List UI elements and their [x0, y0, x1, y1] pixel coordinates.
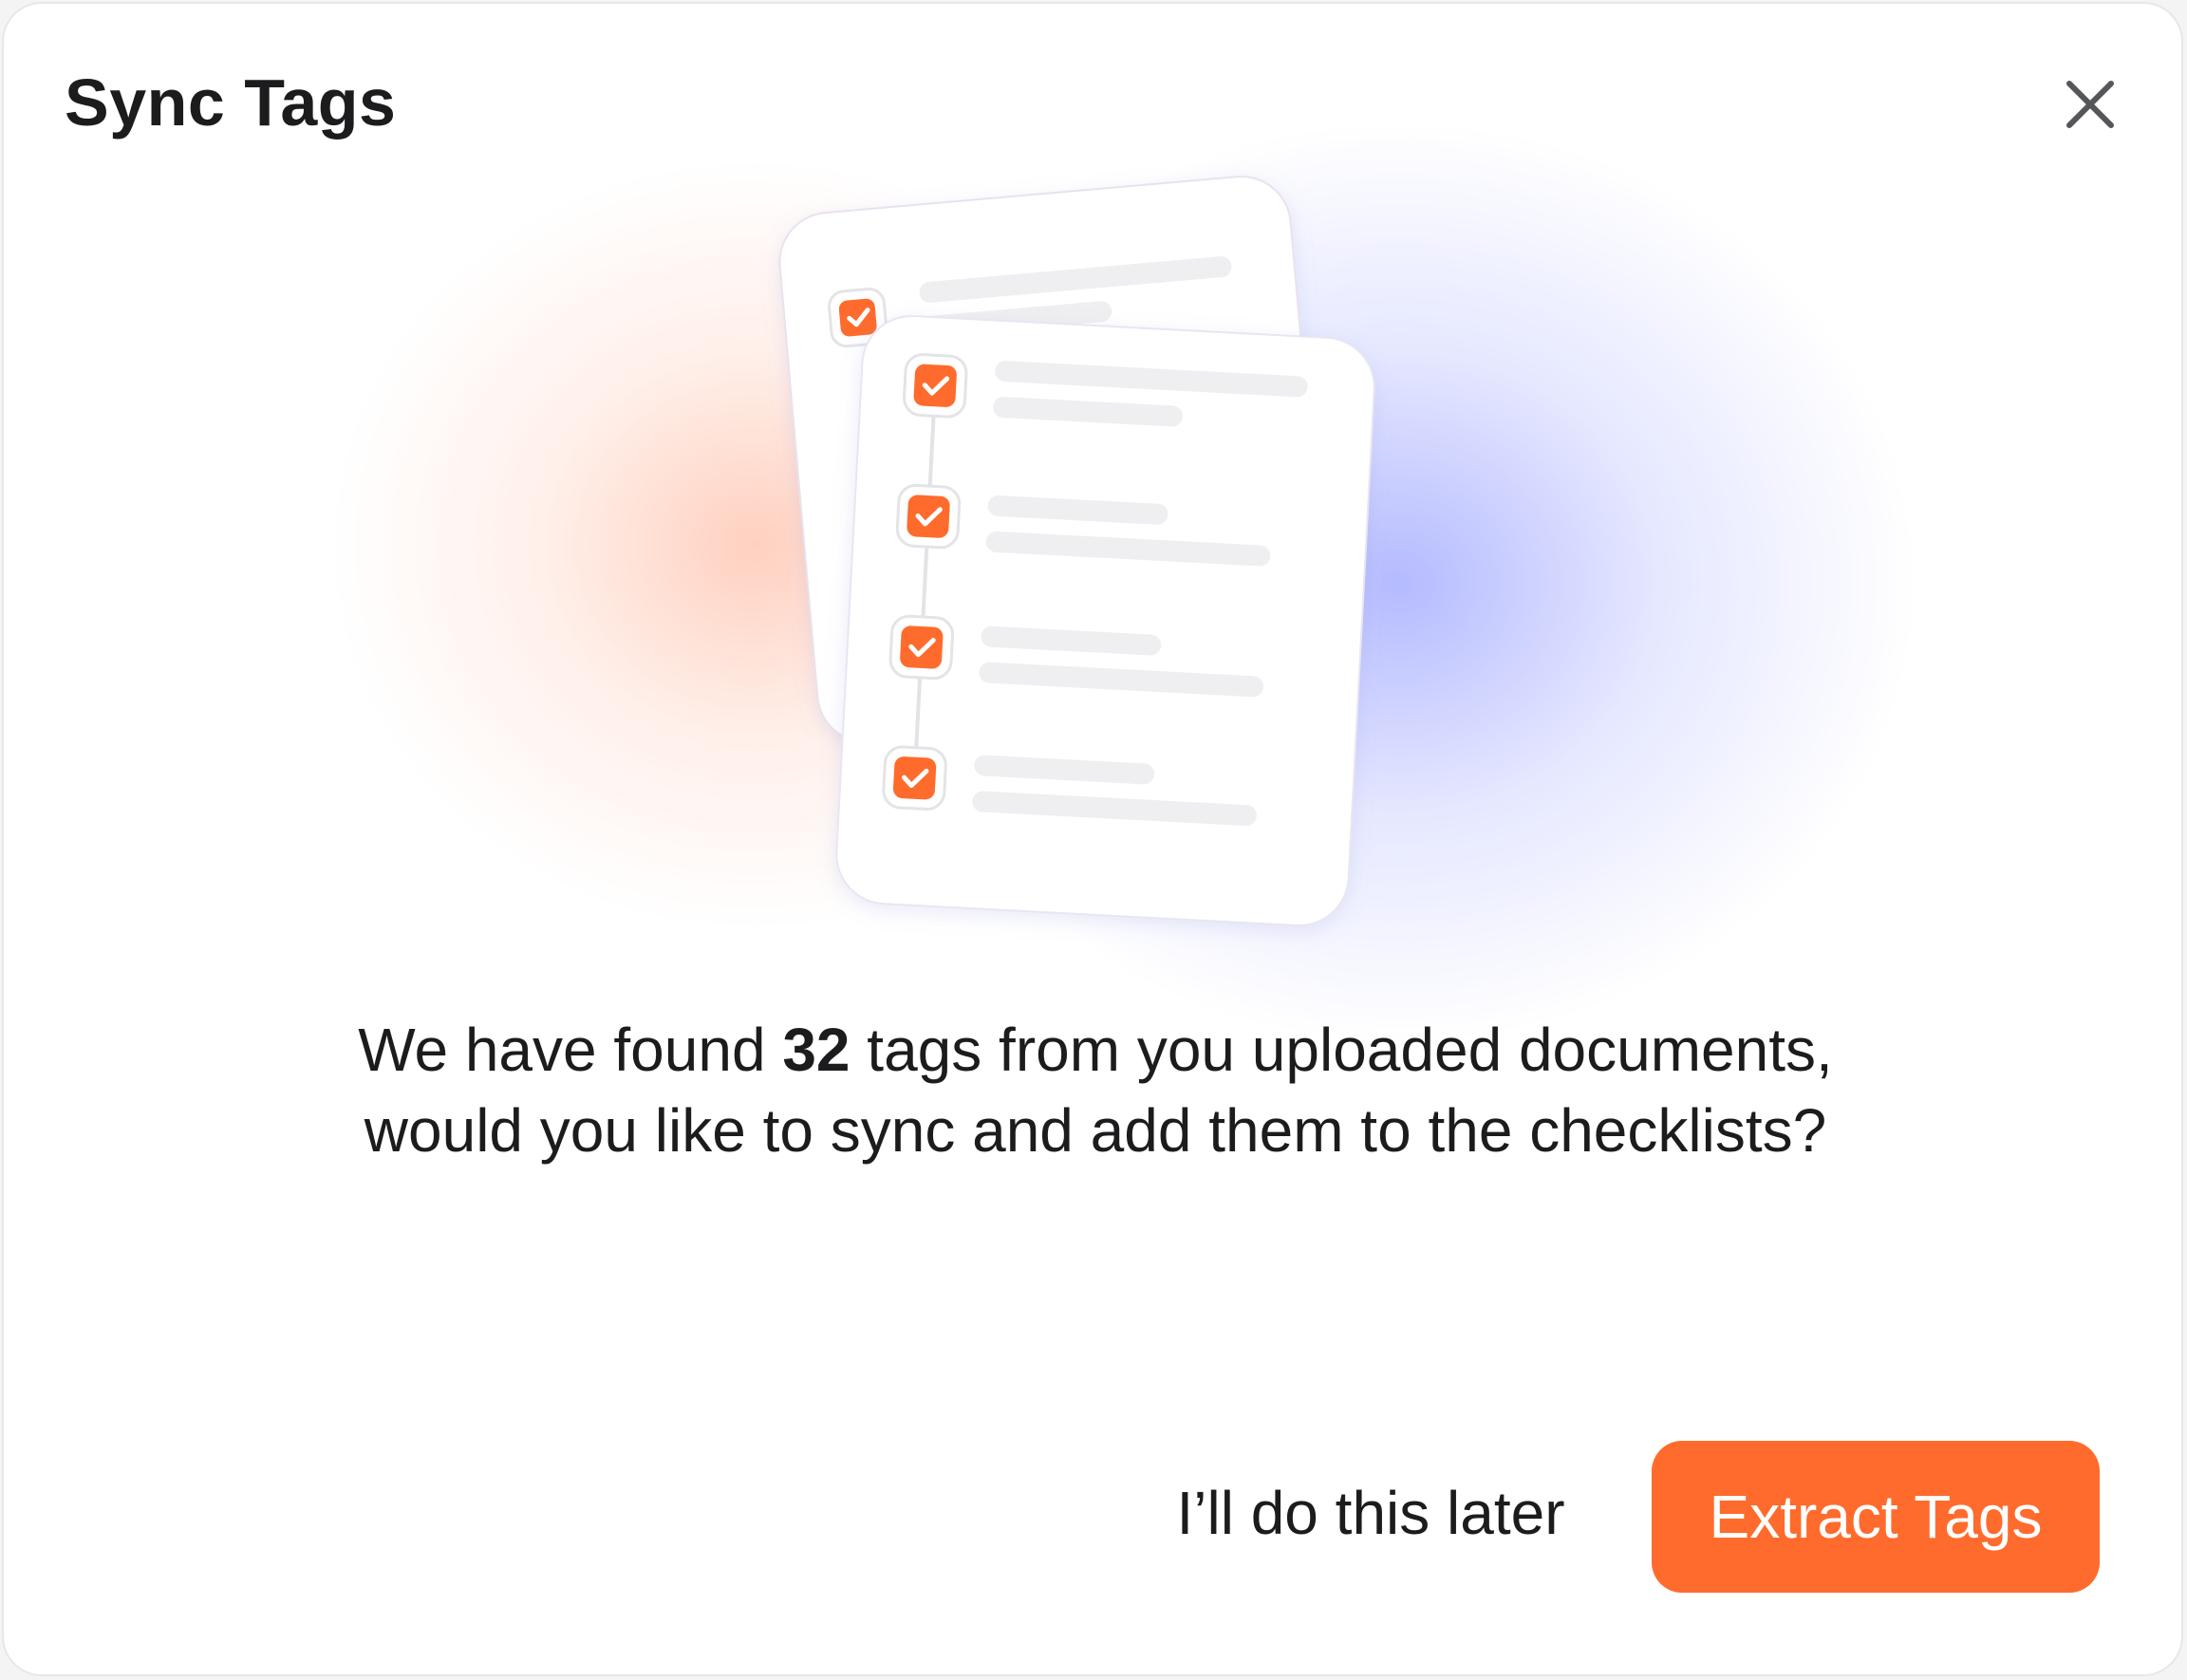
sync-message: We have found 32 tags from you uploaded … [289, 1010, 1902, 1171]
checklist-documents-icon [778, 176, 1375, 927]
front-checklist-card [835, 314, 1375, 927]
tag-count: 32 [782, 1016, 850, 1084]
extract-tags-button[interactable]: Extract Tags [1652, 1441, 2100, 1593]
do-later-button[interactable]: I’ll do this later [1152, 1437, 1589, 1589]
message-text-before: We have found [358, 1016, 783, 1084]
sync-tags-dialog: Sync Tags We have found 32 tags from you… [2, 2, 2183, 1676]
